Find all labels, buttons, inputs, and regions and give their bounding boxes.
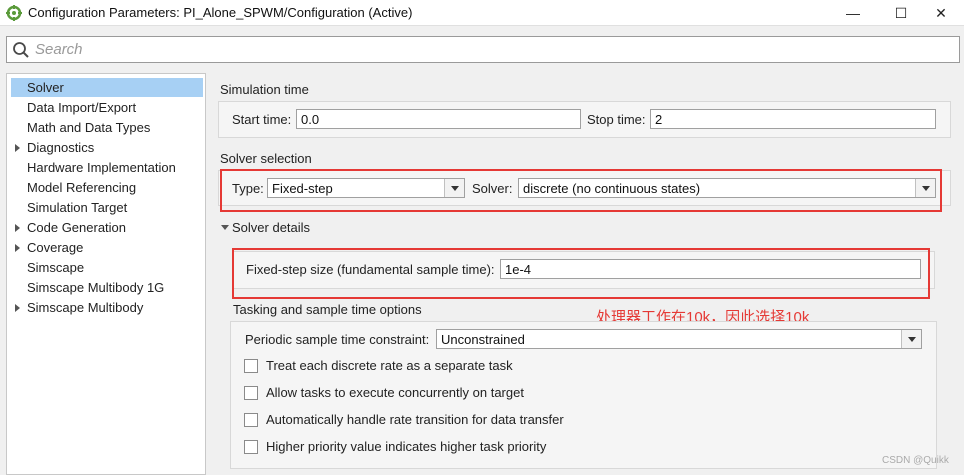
checkbox-label: Allow tasks to execute concurrently on t…	[266, 385, 524, 400]
sidebar-item-label: Simscape Multibody	[27, 300, 144, 315]
checkbox-box[interactable]	[244, 386, 258, 400]
sidebar-item-diagnostics[interactable]: Diagnostics	[11, 138, 203, 157]
collapse-caret-icon[interactable]	[221, 225, 229, 230]
category-tree: Solver Data Import/Export Math and Data …	[6, 73, 206, 475]
start-time-input[interactable]	[296, 109, 581, 129]
sidebar-item-solver[interactable]: Solver	[11, 78, 203, 97]
fixed-step-size-input[interactable]	[500, 259, 921, 279]
solver-value: discrete (no continuous states)	[523, 181, 701, 196]
chevron-down-icon[interactable]	[901, 330, 921, 348]
solver-label: Solver:	[472, 181, 513, 196]
close-icon: ✕	[935, 4, 947, 21]
checkbox-label: Treat each discrete rate as a separate t…	[266, 358, 513, 373]
solver-type-value: Fixed-step	[272, 181, 333, 196]
stop-time-input[interactable]	[650, 109, 936, 129]
solver-type-select[interactable]: Fixed-step	[267, 178, 465, 198]
sidebar-item-math-data-types[interactable]: Math and Data Types	[11, 118, 203, 137]
sidebar-item-simscape-multibody[interactable]: Simscape Multibody	[11, 298, 203, 317]
simulation-time-heading: Simulation time	[220, 82, 309, 97]
expand-caret-icon[interactable]	[15, 224, 20, 232]
title-bar: Configuration Parameters: PI_Alone_SPWM/…	[0, 0, 964, 26]
sidebar-item-model-referencing[interactable]: Model Referencing	[11, 178, 203, 197]
search-icon	[13, 42, 29, 58]
checkbox-label: Automatically handle rate transition for…	[266, 412, 564, 427]
maximize-icon: ☐	[894, 4, 908, 21]
checkbox-label: Higher priority value indicates higher t…	[266, 439, 547, 454]
expand-caret-icon[interactable]	[15, 304, 20, 312]
close-button[interactable]: ✕	[918, 0, 964, 26]
sidebar-item-code-generation[interactable]: Code Generation	[11, 218, 203, 237]
sidebar-item-data-import-export[interactable]: Data Import/Export	[11, 98, 203, 117]
sidebar-item-label: Model Referencing	[27, 180, 137, 195]
fixed-step-size-label: Fixed-step size (fundamental sample time…	[246, 262, 495, 277]
checkbox-box[interactable]	[244, 440, 258, 454]
periodic-constraint-value: Unconstrained	[441, 332, 525, 347]
solver-details-heading: Solver details	[232, 220, 311, 235]
sidebar-item-label: Simulation Target	[27, 200, 128, 215]
search-input[interactable]	[35, 39, 935, 60]
stop-time-label: Stop time:	[587, 112, 646, 127]
solver-settings-pane: Simulation time Start time: Stop time: S…	[210, 73, 964, 475]
solver-selection-heading: Solver selection	[220, 151, 312, 166]
sidebar-item-label: Simscape Multibody 1G	[27, 280, 165, 295]
expand-caret-icon[interactable]	[15, 244, 20, 252]
tasking-heading: Tasking and sample time options	[233, 302, 422, 317]
sidebar-item-simscape[interactable]: Simscape	[11, 258, 203, 277]
solver-select[interactable]: discrete (no continuous states)	[518, 178, 936, 198]
watermark: CSDN @Quikk	[882, 455, 949, 466]
start-time-label: Start time:	[232, 112, 292, 127]
periodic-constraint-label: Periodic sample time constraint:	[245, 332, 430, 347]
sidebar-item-label: Diagnostics	[27, 140, 95, 155]
expand-caret-icon[interactable]	[15, 144, 20, 152]
simulink-app-icon	[6, 5, 22, 21]
solver-type-label: Type:	[232, 181, 264, 196]
periodic-constraint-select[interactable]: Unconstrained	[436, 329, 922, 349]
chevron-down-icon[interactable]	[444, 179, 464, 197]
sidebar-item-hardware-implementation[interactable]: Hardware Implementation	[11, 158, 203, 177]
minimize-icon: —	[846, 5, 860, 21]
minimize-button[interactable]: —	[830, 0, 876, 26]
sidebar-item-label: Math and Data Types	[27, 120, 151, 135]
sidebar-item-label: Hardware Implementation	[27, 160, 176, 175]
sidebar-item-coverage[interactable]: Coverage	[11, 238, 203, 257]
search-bar[interactable]	[6, 36, 960, 63]
sidebar-item-label: Data Import/Export	[27, 100, 137, 115]
sidebar-item-label: Code Generation	[27, 220, 127, 235]
sidebar-item-simulation-target[interactable]: Simulation Target	[11, 198, 203, 217]
checkbox-box[interactable]	[244, 359, 258, 373]
sidebar-item-simscape-multibody-1g[interactable]: Simscape Multibody 1G	[11, 278, 203, 297]
window-title: Configuration Parameters: PI_Alone_SPWM/…	[28, 5, 413, 20]
chevron-down-icon[interactable]	[915, 179, 935, 197]
sidebar-item-label: Coverage	[27, 240, 84, 255]
checkbox-box[interactable]	[244, 413, 258, 427]
sidebar-item-label: Simscape	[27, 260, 85, 275]
sidebar-item-label: Solver	[27, 80, 64, 95]
